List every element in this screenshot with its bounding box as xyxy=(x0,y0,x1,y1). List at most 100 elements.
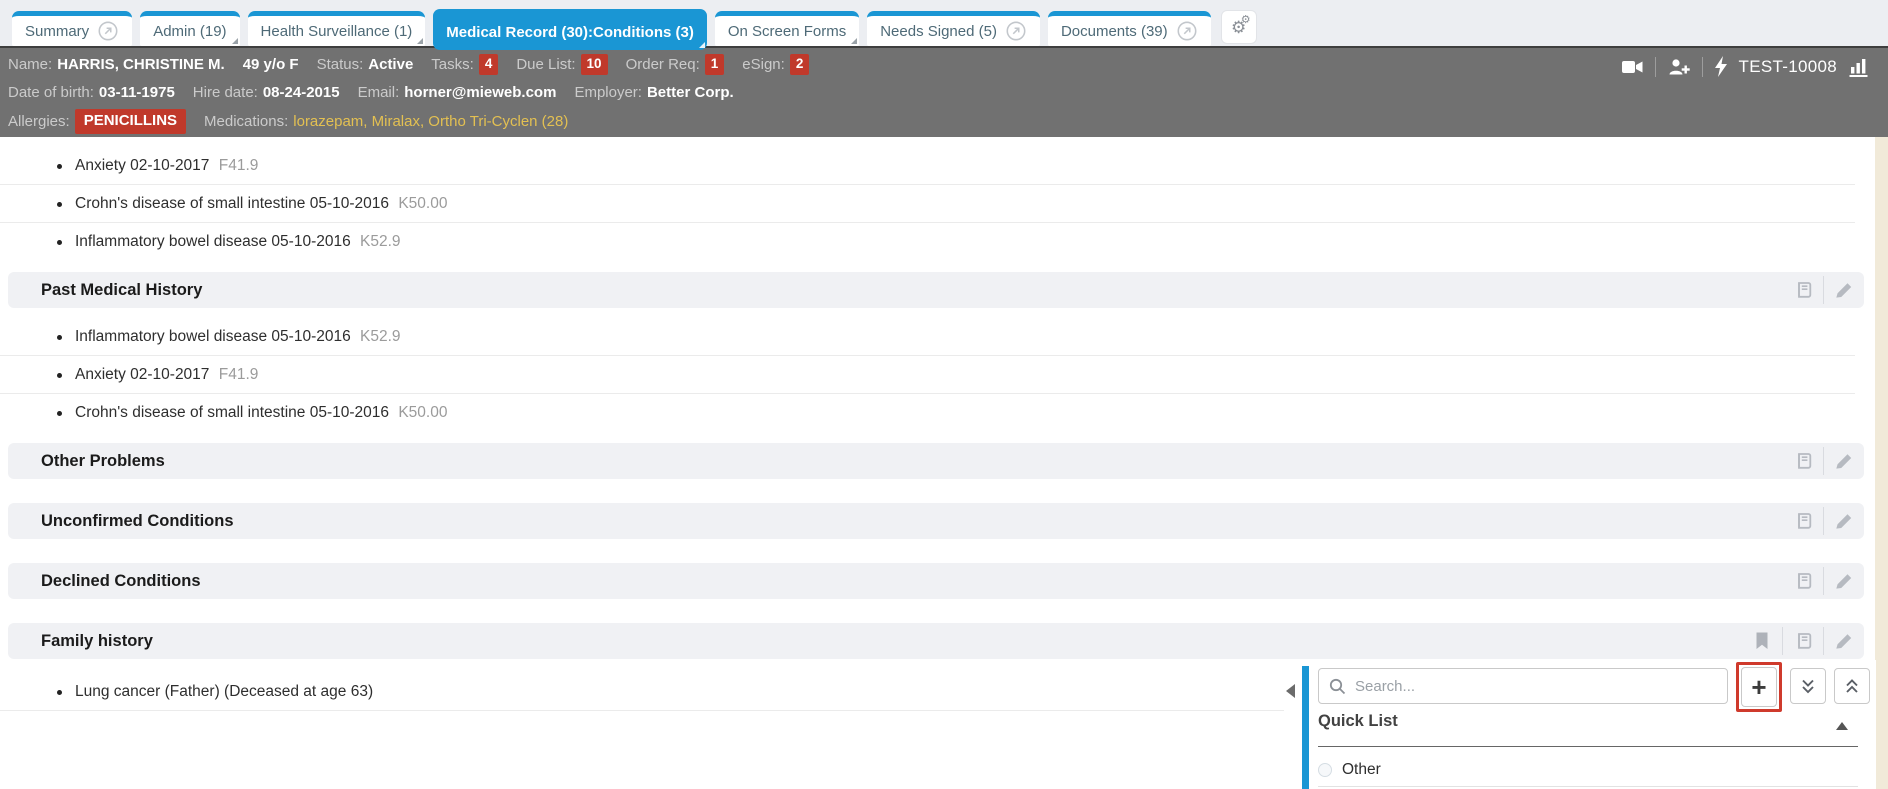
patient-header-row1: Name: HARRIS, CHRISTINE M. 49 y/o F Stat… xyxy=(0,48,1888,79)
journal-icon[interactable] xyxy=(1783,272,1823,308)
add-person-icon[interactable] xyxy=(1667,57,1691,77)
condition-text: Inflammatory bowel disease 05-10-2016 xyxy=(75,328,351,345)
tab-label: Needs Signed (5) xyxy=(880,23,997,40)
edit-pencil-icon[interactable] xyxy=(1824,272,1864,308)
lightning-icon[interactable] xyxy=(1714,56,1728,77)
tab-on-screen-forms[interactable]: On Screen Forms xyxy=(715,11,859,46)
section-actions xyxy=(1783,563,1864,599)
employer-label: Employer: xyxy=(574,84,642,101)
section-title: Other Problems xyxy=(41,452,165,471)
patient-header-row2: Date of birth: 03-11-1975 Hire date: 08-… xyxy=(0,79,1888,106)
section-title: Declined Conditions xyxy=(41,572,201,591)
tab-health-surveillance[interactable]: Health Surveillance (1) xyxy=(248,11,426,46)
tab-label: Documents (39) xyxy=(1061,23,1168,40)
email-label: Email: xyxy=(358,84,400,101)
edit-pencil-icon[interactable] xyxy=(1824,443,1864,479)
condition-code: K50.00 xyxy=(398,404,447,421)
edit-pencil-icon[interactable] xyxy=(1824,563,1864,599)
external-link-icon[interactable] xyxy=(97,20,119,42)
condition-code: F41.9 xyxy=(219,366,259,383)
condition-code: F41.9 xyxy=(219,157,259,174)
tab-summary[interactable]: Summary xyxy=(12,11,132,46)
tab-medical-record-conditions[interactable]: Medical Record (30):Conditions (3) xyxy=(433,9,707,50)
esign-count-badge[interactable]: 2 xyxy=(790,54,810,74)
allergy-badge[interactable]: PENICILLINS xyxy=(75,109,186,133)
current-conditions-list: Anxiety 02-10-2017 F41.9 Crohn's disease… xyxy=(0,147,1855,261)
journal-icon[interactable] xyxy=(1783,503,1823,539)
radio-button[interactable] xyxy=(1318,763,1332,777)
expand-all-button[interactable] xyxy=(1790,668,1826,704)
section-title: Family history xyxy=(41,632,153,651)
condition-item: Crohn's disease of small intestine 05-10… xyxy=(0,185,1855,223)
due-list-count-badge[interactable]: 10 xyxy=(581,54,608,74)
search-input[interactable] xyxy=(1353,677,1717,696)
journal-icon[interactable] xyxy=(1783,443,1823,479)
past-medical-history-list: Inflammatory bowel disease 05-10-2016 K5… xyxy=(0,318,1855,432)
patient-status: Active xyxy=(368,56,413,73)
bookmark-icon[interactable] xyxy=(1742,623,1782,659)
section-declined-conditions: Declined Conditions xyxy=(8,563,1864,599)
section-actions xyxy=(1742,623,1864,659)
patient-age-sex: 49 y/o F xyxy=(243,56,299,73)
tab-documents[interactable]: Documents (39) xyxy=(1048,11,1211,46)
quick-list-title: Quick List xyxy=(1318,712,1398,731)
quick-list-option-other[interactable]: Other xyxy=(1318,754,1858,787)
panel-collapse-arrow[interactable] xyxy=(1286,684,1295,698)
condition-item: Inflammatory bowel disease 05-10-2016 K5… xyxy=(0,318,1855,356)
external-link-icon[interactable] xyxy=(1176,20,1198,42)
condition-item: Crohn's disease of small intestine 05-10… xyxy=(0,394,1855,432)
tab-label: Health Surveillance (1) xyxy=(261,23,413,40)
patient-id: TEST-10008 xyxy=(1739,57,1837,77)
condition-text: Lung cancer (Father) (Deceased at age 63… xyxy=(75,683,373,700)
condition-item: Anxiety 02-10-2017 F41.9 xyxy=(0,356,1855,394)
chart-stats-icon[interactable] xyxy=(1848,56,1870,77)
collapse-all-button[interactable] xyxy=(1834,668,1870,704)
condition-code: K52.9 xyxy=(360,328,401,345)
section-title: Unconfirmed Conditions xyxy=(41,512,234,531)
esign-label: eSign: xyxy=(742,56,785,73)
edit-pencil-icon[interactable] xyxy=(1824,623,1864,659)
plus-icon: + xyxy=(1751,674,1766,700)
dob-label: Date of birth: xyxy=(8,84,94,101)
condition-item: Inflammatory bowel disease 05-10-2016 K5… xyxy=(0,223,1855,261)
tab-label: Medical Record (30):Conditions (3) xyxy=(446,24,694,41)
condition-text: Inflammatory bowel disease 05-10-2016 xyxy=(75,233,351,250)
right-edge-strip xyxy=(1875,137,1888,789)
tab-needs-signed[interactable]: Needs Signed (5) xyxy=(867,11,1040,46)
edit-pencil-icon[interactable] xyxy=(1824,503,1864,539)
hire-date-label: Hire date: xyxy=(193,84,258,101)
medications-list[interactable]: lorazepam, Miralax, Ortho Tri-Cyclen (28… xyxy=(293,113,568,130)
add-condition-button[interactable]: + xyxy=(1741,667,1777,707)
condition-text: Anxiety 02-10-2017 xyxy=(75,366,209,383)
patient-hire-date: 08-24-2015 xyxy=(263,84,340,101)
tab-dropdown-indicator xyxy=(232,38,238,44)
tasks-count-badge[interactable]: 4 xyxy=(479,54,499,74)
status-label: Status: xyxy=(317,56,364,73)
tab-label: On Screen Forms xyxy=(728,23,846,40)
patient-header-row3: Allergies: PENICILLINS Medications: lora… xyxy=(0,106,1888,137)
condition-item: Anxiety 02-10-2017 F41.9 xyxy=(0,147,1855,185)
order-req-count-badge[interactable]: 1 xyxy=(705,54,725,74)
tab-dropdown-indicator xyxy=(851,38,857,44)
tab-admin[interactable]: Admin (19) xyxy=(140,11,239,46)
name-label: Name: xyxy=(8,56,52,73)
section-unconfirmed-conditions: Unconfirmed Conditions xyxy=(8,503,1864,539)
search-icon xyxy=(1329,678,1346,695)
tab-settings-button[interactable]: ⚙ ⚙ xyxy=(1221,10,1257,44)
section-past-medical-history: Past Medical History xyxy=(8,272,1864,308)
divider xyxy=(1318,746,1858,747)
allergies-label: Allergies: xyxy=(8,113,70,130)
app-window: Summary Admin (19) Health Surveillance (… xyxy=(0,0,1888,789)
video-call-icon[interactable] xyxy=(1621,57,1644,77)
condition-search xyxy=(1318,668,1728,704)
patient-email: horner@mieweb.com xyxy=(404,84,556,101)
double-chevron-up-icon xyxy=(1844,678,1860,695)
option-label: Other xyxy=(1342,761,1381,779)
patient-header: Name: HARRIS, CHRISTINE M. 49 y/o F Stat… xyxy=(0,46,1888,137)
section-other-problems: Other Problems xyxy=(8,443,1864,479)
quick-list-collapse-caret[interactable] xyxy=(1836,722,1848,730)
journal-icon[interactable] xyxy=(1783,563,1823,599)
external-link-icon[interactable] xyxy=(1005,20,1027,42)
journal-icon[interactable] xyxy=(1783,623,1823,659)
gear-icon-small: ⚙ xyxy=(1241,15,1251,26)
